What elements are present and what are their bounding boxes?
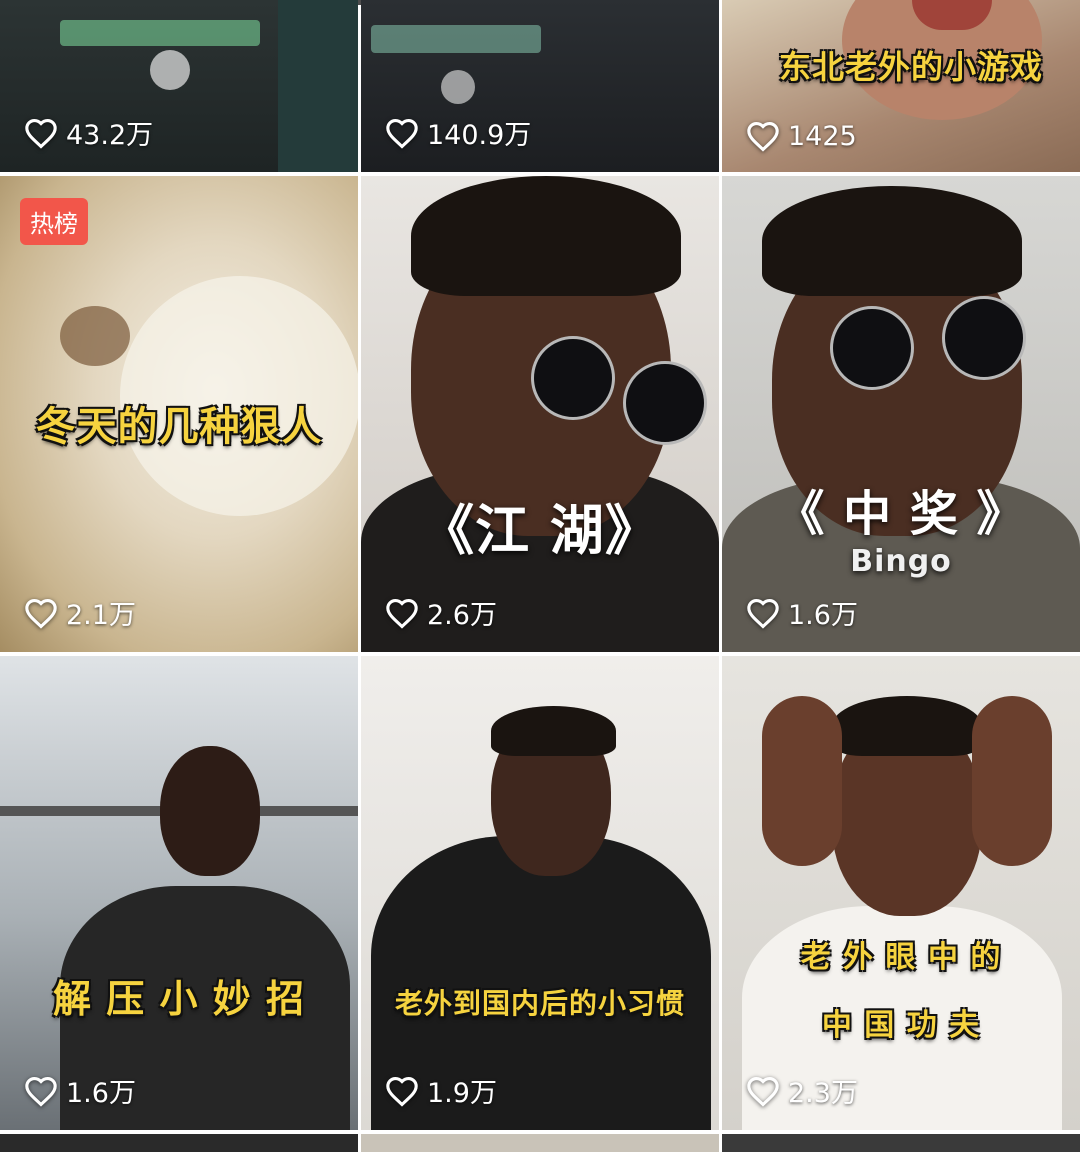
video-caption: 《 中 奖 》 bbox=[776, 486, 1026, 542]
like-count-text: 1.6万 bbox=[66, 1078, 136, 1109]
video-thumbnail bbox=[722, 176, 1080, 652]
heart-outline-icon bbox=[746, 120, 780, 152]
video-thumbnail bbox=[0, 656, 358, 1130]
video-caption: 冬天的几种狠人 bbox=[35, 404, 323, 450]
heart-outline-icon bbox=[385, 1075, 419, 1107]
like-count-text: 2.3万 bbox=[788, 1078, 858, 1109]
like-count: 2.6万 bbox=[385, 593, 497, 632]
video-caption: 老外到国内后的小习惯 bbox=[394, 987, 685, 1020]
like-count: 2.3万 bbox=[746, 1071, 858, 1110]
like-count-text: 1.9万 bbox=[427, 1078, 497, 1109]
heart-outline-icon bbox=[385, 117, 419, 149]
video-tile-11[interactable] bbox=[361, 1134, 719, 1152]
video-tile-4[interactable]: 热榜 冬天的几种狠人 2.1万 bbox=[0, 176, 358, 652]
heart-outline-icon bbox=[24, 597, 58, 629]
video-tile-3[interactable]: 东北老外的小游戏 1425 bbox=[722, 0, 1080, 172]
like-count: 1.9万 bbox=[385, 1071, 497, 1110]
heart-outline-icon bbox=[746, 597, 780, 629]
video-caption-subtitle: Bingo bbox=[850, 544, 952, 579]
heart-outline-icon bbox=[385, 597, 419, 629]
like-count-text: 43.2万 bbox=[66, 120, 154, 151]
like-count: 1.6万 bbox=[24, 1071, 136, 1110]
video-tile-1[interactable]: 43.2万 bbox=[0, 0, 358, 172]
video-thumbnail bbox=[722, 656, 1080, 1130]
video-caption: 老 外 眼 中 的 bbox=[800, 940, 1002, 975]
like-count: 1.6万 bbox=[746, 593, 858, 632]
heart-outline-icon bbox=[746, 1075, 780, 1107]
like-count: 2.1万 bbox=[24, 593, 136, 632]
video-tile-6[interactable]: 《 中 奖 》 Bingo 1.6万 bbox=[722, 176, 1080, 652]
like-count-text: 1425 bbox=[788, 120, 857, 152]
like-count: 140.9万 bbox=[385, 113, 531, 152]
like-count-text: 1.6万 bbox=[788, 600, 858, 631]
heart-outline-icon bbox=[24, 117, 58, 149]
video-tile-9[interactable]: 老 外 眼 中 的 中 国 功 夫 2.3万 bbox=[722, 656, 1080, 1130]
video-caption-line2: 中 国 功 夫 bbox=[821, 1008, 981, 1043]
video-tile-7[interactable]: 解 压 小 妙 招 1.6万 bbox=[0, 656, 358, 1130]
like-count-text: 2.1万 bbox=[66, 600, 136, 631]
video-caption: 东北老外的小游戏 bbox=[778, 48, 1043, 86]
video-tile-2[interactable]: 140.9万 bbox=[361, 0, 719, 172]
video-grid: 43.2万 140.9万 东北老外的小游戏 1425 热榜 冬天的几种狠人 2.… bbox=[0, 0, 1080, 1152]
video-tile-12[interactable] bbox=[722, 1134, 1080, 1152]
heart-outline-icon bbox=[24, 1075, 58, 1107]
hot-list-badge: 热榜 bbox=[20, 198, 88, 245]
like-count-text: 2.6万 bbox=[427, 600, 497, 631]
video-thumbnail bbox=[361, 176, 719, 652]
like-count: 43.2万 bbox=[24, 113, 153, 152]
video-tile-5[interactable]: 《江 湖》 2.6万 bbox=[361, 176, 719, 652]
video-tile-10[interactable] bbox=[0, 1134, 358, 1152]
video-thumbnail bbox=[361, 656, 719, 1130]
video-caption: 解 压 小 妙 招 bbox=[53, 977, 305, 1021]
video-caption: 《江 湖》 bbox=[420, 498, 660, 562]
video-tile-8[interactable]: 老外到国内后的小习惯 1.9万 bbox=[361, 656, 719, 1130]
like-count: 1425 bbox=[746, 120, 857, 152]
like-count-text: 140.9万 bbox=[427, 120, 532, 151]
